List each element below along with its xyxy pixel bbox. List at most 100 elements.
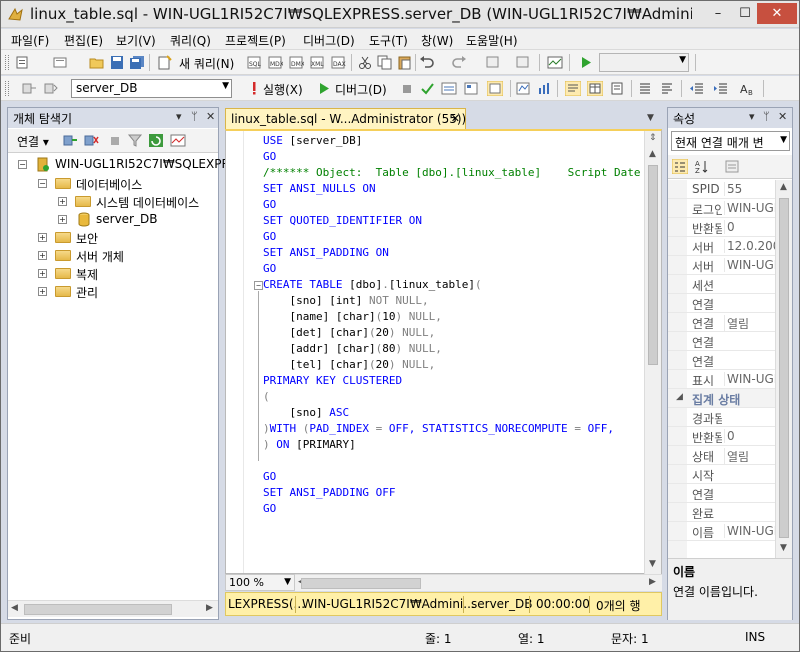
property-row[interactable]: 연결 <box>668 332 776 351</box>
property-row[interactable]: 이름 WIN-UGL <box>668 522 776 541</box>
property-row[interactable]: 완료 <box>668 503 776 522</box>
editor-vertical-scrollbar[interactable]: ⇕ ▲ ▼ <box>644 131 661 574</box>
oe-activity-monitor-icon[interactable] <box>170 133 186 148</box>
oe-horizontal-scrollbar[interactable]: ◀ ▶ <box>8 600 218 617</box>
undo-icon[interactable] <box>419 55 435 70</box>
tab-close-icon[interactable]: ✕ <box>451 112 460 125</box>
property-row[interactable]: 반환됨 0 <box>668 218 776 237</box>
categorized-icon[interactable] <box>672 159 688 174</box>
paste-icon[interactable] <box>397 55 413 70</box>
oe-disconnect-icon[interactable] <box>83 133 99 148</box>
menu-window[interactable]: 창(W) <box>421 32 453 49</box>
include-plan-icon[interactable] <box>515 81 531 96</box>
window-position-icon[interactable]: ▾ <box>176 110 182 123</box>
panel-close-icon[interactable]: ✕ <box>778 110 787 123</box>
scroll-down-icon[interactable]: ▼ <box>780 543 787 553</box>
debug-play-icon[interactable] <box>316 81 332 96</box>
debug-button[interactable]: 디버그(D) <box>335 81 387 98</box>
scroll-right-icon[interactable]: ▶ <box>649 577 656 587</box>
zoom-combo[interactable]: 100 % ▼ <box>225 574 295 591</box>
client-statistics-icon[interactable] <box>536 81 552 96</box>
navigate-forward-icon[interactable] <box>515 55 531 70</box>
fold-collapse-icon[interactable]: − <box>254 281 263 290</box>
property-category-aggregate-status[interactable]: ◢ 집계 상태 <box>668 389 776 408</box>
tree-node-security[interactable]: + 보안 <box>38 229 218 247</box>
maximize-button[interactable]: ☐ <box>732 3 758 24</box>
split-view-icon[interactable]: ⇕ <box>649 133 657 143</box>
execute-icon[interactable] <box>246 81 262 96</box>
uncomment-icon[interactable] <box>659 81 675 96</box>
scroll-left-icon[interactable]: ◀ <box>11 603 18 613</box>
cancel-query-icon[interactable] <box>399 81 415 96</box>
collapse-icon[interactable]: − <box>38 179 47 188</box>
oe-stop-icon[interactable] <box>107 133 123 148</box>
tree-node-server[interactable]: − WIN-UGL1RI52C7I₩SQLEXPRESS <box>18 156 253 174</box>
document-list-icon[interactable]: ▼ <box>647 113 654 123</box>
property-row[interactable]: 연결 <box>668 294 776 313</box>
scrollbar-thumb[interactable] <box>24 604 172 615</box>
results-grid-active-icon[interactable] <box>587 81 603 96</box>
property-row[interactable]: 연결 <box>668 484 776 503</box>
property-pages-icon[interactable] <box>724 159 740 174</box>
increase-indent-icon[interactable] <box>713 81 729 96</box>
start-debugging-icon[interactable] <box>578 55 594 70</box>
window-position-icon[interactable]: ▾ <box>749 110 755 123</box>
tree-node-server-db[interactable]: + server_DB <box>58 211 218 229</box>
scroll-down-icon[interactable]: ▼ <box>649 559 656 569</box>
xmla-query-icon[interactable]: XML <box>309 55 325 70</box>
expand-icon[interactable]: + <box>38 287 47 296</box>
menu-debug[interactable]: 디버그(D) <box>303 32 355 49</box>
property-row[interactable]: 시작 <box>668 465 776 484</box>
expand-icon[interactable]: + <box>58 215 67 224</box>
save-icon[interactable] <box>109 55 125 70</box>
tree-node-server-objects[interactable]: + 서버 개체 <box>38 247 218 265</box>
add-item-icon[interactable] <box>53 55 69 70</box>
activity-monitor-icon[interactable] <box>547 55 563 70</box>
redo-icon[interactable] <box>451 55 467 70</box>
menu-view[interactable]: 보기(V) <box>116 32 156 49</box>
available-databases-combo[interactable]: server_DB ▼ <box>71 79 232 98</box>
menu-help[interactable]: 도움말(H) <box>466 32 518 49</box>
expand-icon[interactable]: + <box>58 197 67 206</box>
code-area[interactable]: USE [server_DB] GO /****** Object: Table… <box>226 131 644 574</box>
toolbar-grip[interactable] <box>5 55 9 70</box>
navigate-back-icon[interactable] <box>485 55 501 70</box>
expand-icon[interactable]: + <box>38 251 47 260</box>
connect-icon[interactable] <box>21 81 37 96</box>
property-row[interactable]: SPID 55 <box>668 180 776 199</box>
oe-connect-button[interactable]: 연결 ▾ <box>17 133 49 150</box>
open-file-icon[interactable] <box>89 55 105 70</box>
properties-object-combo[interactable]: 현재 연결 매개 변 ▼ <box>671 131 790 151</box>
tree-node-databases[interactable]: − 데이터베이스 <box>38 175 218 193</box>
menu-file[interactable]: 파일(F) <box>11 32 49 49</box>
change-connection-icon[interactable] <box>43 81 59 96</box>
scrollbar-thumb[interactable] <box>779 198 789 538</box>
expand-icon[interactable]: + <box>38 233 47 242</box>
results-to-text-icon[interactable] <box>565 81 581 96</box>
collapse-icon[interactable]: ◢ <box>676 392 683 402</box>
oe-filter-icon[interactable] <box>127 133 143 148</box>
dmx-query-icon[interactable]: DMX <box>288 55 304 70</box>
property-row[interactable]: 연결 열림 <box>668 313 776 332</box>
menu-edit[interactable]: 편집(E) <box>64 32 103 49</box>
new-query-icon[interactable] <box>157 55 173 70</box>
new-project-icon[interactable] <box>15 55 31 70</box>
dax-query-icon[interactable]: DAX <box>330 55 346 70</box>
scrollbar-thumb[interactable] <box>648 165 658 365</box>
new-query-button[interactable]: 새 쿼리(N) <box>179 55 234 72</box>
title-bar[interactable]: linux_table.sql - WIN-UGL1RI52C7I₩SQLEXP… <box>1 1 799 28</box>
display-plan-icon[interactable] <box>441 81 457 96</box>
menu-query[interactable]: 쿼리(Q) <box>170 32 211 49</box>
solution-config-combo[interactable]: ▼ <box>599 53 689 72</box>
property-row[interactable]: 연결 <box>668 351 776 370</box>
tab-linux-table-sql[interactable]: linux_table.sql - W...Administrator (55)… <box>225 108 466 129</box>
tree-node-system-databases[interactable]: + 시스템 데이터베이스 <box>58 193 218 211</box>
collapse-icon[interactable]: − <box>18 160 27 169</box>
decrease-indent-icon[interactable] <box>689 81 705 96</box>
oe-refresh-icon[interactable] <box>148 133 164 148</box>
property-row[interactable]: 세션 <box>668 275 776 294</box>
property-row[interactable]: 표시 WIN-UGL <box>668 370 776 389</box>
save-all-icon[interactable] <box>129 55 145 70</box>
properties-vertical-scrollbar[interactable]: ▲ ▼ <box>775 180 792 558</box>
cut-icon[interactable] <box>357 55 373 70</box>
